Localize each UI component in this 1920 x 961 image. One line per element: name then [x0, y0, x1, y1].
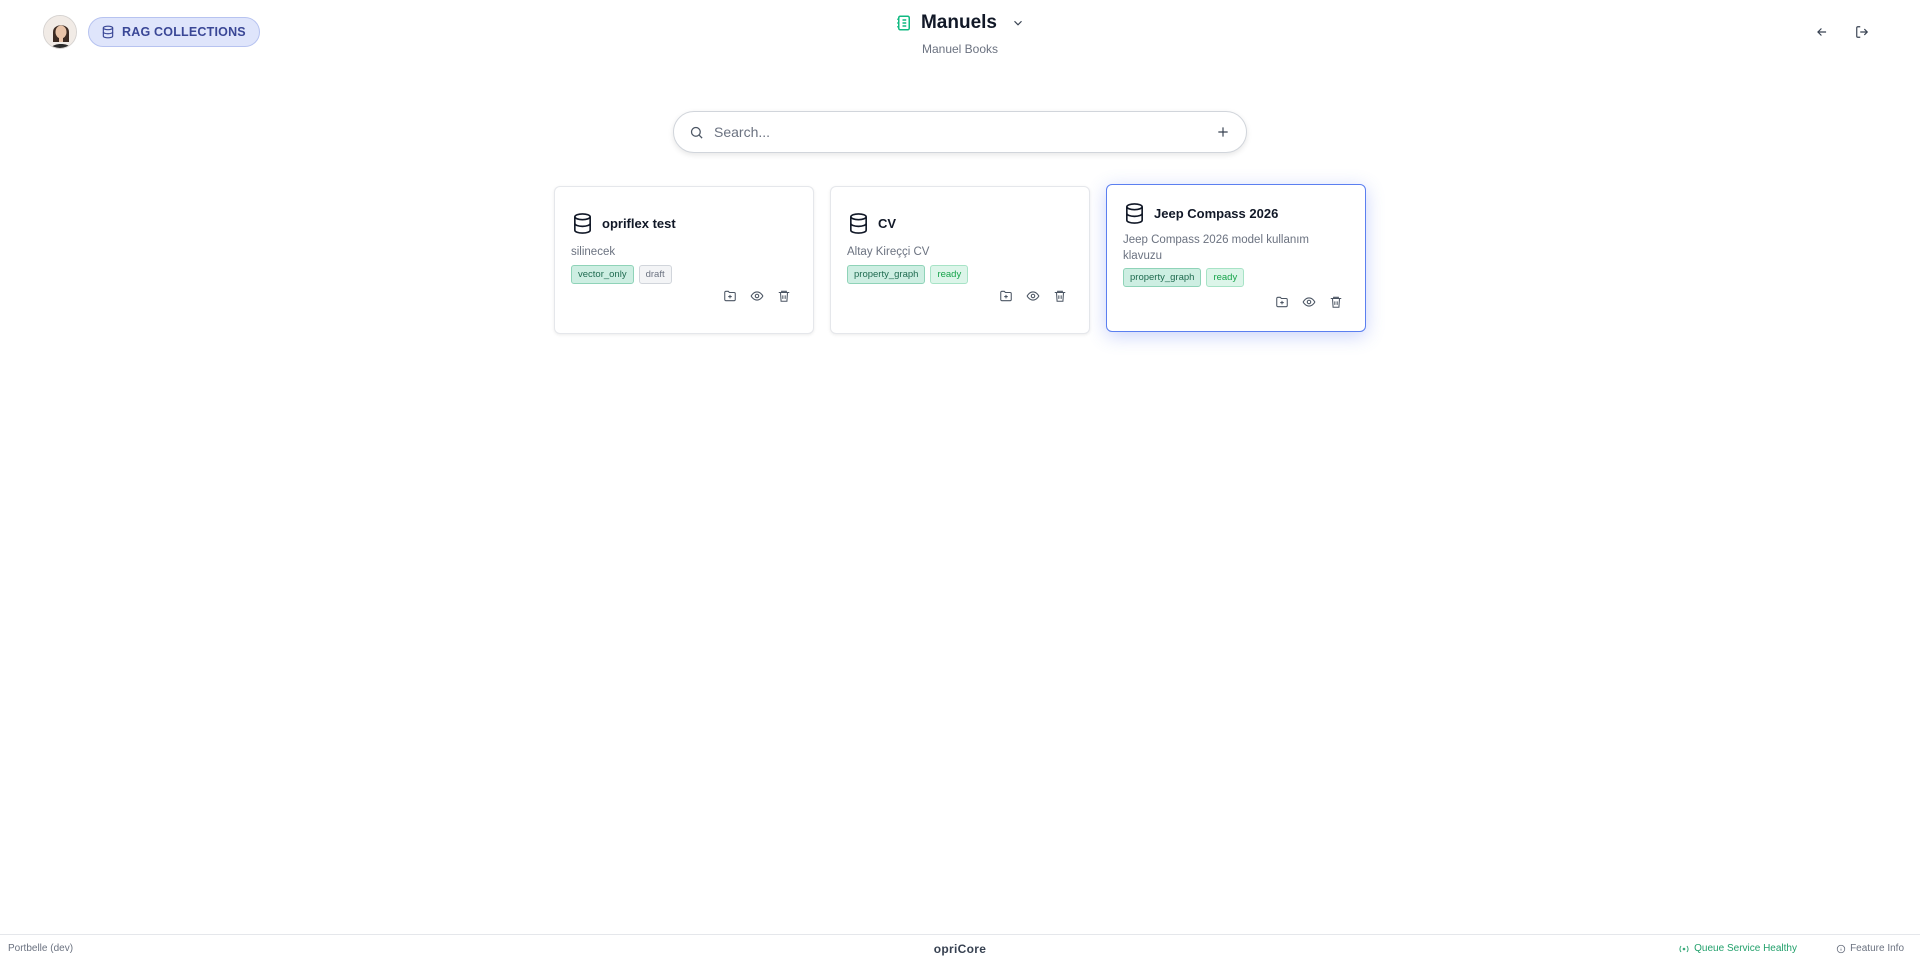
collection-description: silinecek	[571, 246, 616, 258]
database-icon	[574, 212, 591, 234]
database-icon	[850, 212, 867, 234]
delete-button[interactable]	[1329, 295, 1343, 309]
trash-icon	[778, 290, 790, 302]
search-bar	[673, 111, 1247, 153]
collection-card[interactable]: Jeep Compass 2026 Jeep Compass 2026 mode…	[1106, 184, 1366, 332]
folder-plus-icon	[724, 290, 736, 302]
footer: Portbelle (dev) opriCore Queue Service H…	[0, 934, 1920, 961]
type-badge: property_graph	[847, 264, 926, 284]
page-subtitle: Manuel Books	[921, 42, 999, 56]
collection-selector[interactable]: Manuels	[895, 10, 1025, 36]
feature-info-label: Feature Info	[1850, 943, 1904, 954]
notebook-icon	[897, 15, 910, 31]
view-button[interactable]	[750, 289, 764, 303]
database-icon	[1126, 202, 1143, 224]
arrow-left-icon	[1817, 28, 1827, 36]
logout-button[interactable]	[1852, 22, 1872, 42]
back-button[interactable]	[1812, 22, 1832, 42]
page-header: Manuels Manuel Books	[0, 10, 1920, 56]
search-input[interactable]	[714, 124, 1214, 140]
status-badge: draft	[638, 264, 672, 284]
eye-icon	[750, 291, 764, 301]
upload-button[interactable]	[999, 289, 1013, 303]
type-badge: property_graph	[1123, 268, 1202, 287]
queue-status-label: Queue Service Healthy	[1694, 943, 1797, 954]
collection-name: Jeep Compass 2026	[1154, 205, 1279, 221]
status-badge: ready	[930, 264, 969, 284]
feature-info-link[interactable]: Feature Info	[1836, 943, 1904, 954]
delete-button[interactable]	[1053, 289, 1067, 303]
search-icon	[690, 126, 703, 139]
collection-description: Jeep Compass 2026 model kullanım klavuzu	[1123, 234, 1310, 262]
folder-plus-icon	[1000, 290, 1012, 302]
upload-button[interactable]	[1275, 295, 1289, 309]
folder-plus-icon	[1276, 296, 1288, 308]
chevron-down-icon[interactable]	[1011, 16, 1025, 30]
queue-status[interactable]: Queue Service Healthy	[1679, 943, 1797, 954]
collection-name: opriflex test	[602, 215, 676, 231]
collection-description: Altay Kireççi CV	[847, 246, 930, 258]
collection-card[interactable]: opriflex test silinecek vector_only draf…	[554, 186, 814, 334]
page-title: Manuels	[920, 12, 998, 33]
upload-button[interactable]	[723, 289, 737, 303]
logout-icon	[1856, 26, 1869, 38]
brand-logo: opriCore	[933, 942, 987, 956]
status-badge: ready	[1206, 268, 1245, 287]
collection-card[interactable]: CV Altay Kireççi CV property_graph ready	[830, 186, 1090, 334]
delete-button[interactable]	[777, 289, 791, 303]
add-collection-button[interactable]	[1214, 123, 1232, 141]
signal-icon	[1679, 945, 1689, 952]
eye-icon	[1026, 291, 1040, 301]
plus-icon	[1218, 127, 1228, 137]
trash-icon	[1330, 296, 1342, 308]
view-button[interactable]	[1302, 295, 1316, 309]
info-icon	[1836, 944, 1846, 953]
type-badge: vector_only	[571, 264, 634, 284]
trash-icon	[1054, 290, 1066, 302]
collection-name: CV	[878, 215, 897, 231]
eye-icon	[1302, 297, 1316, 307]
view-button[interactable]	[1026, 289, 1040, 303]
